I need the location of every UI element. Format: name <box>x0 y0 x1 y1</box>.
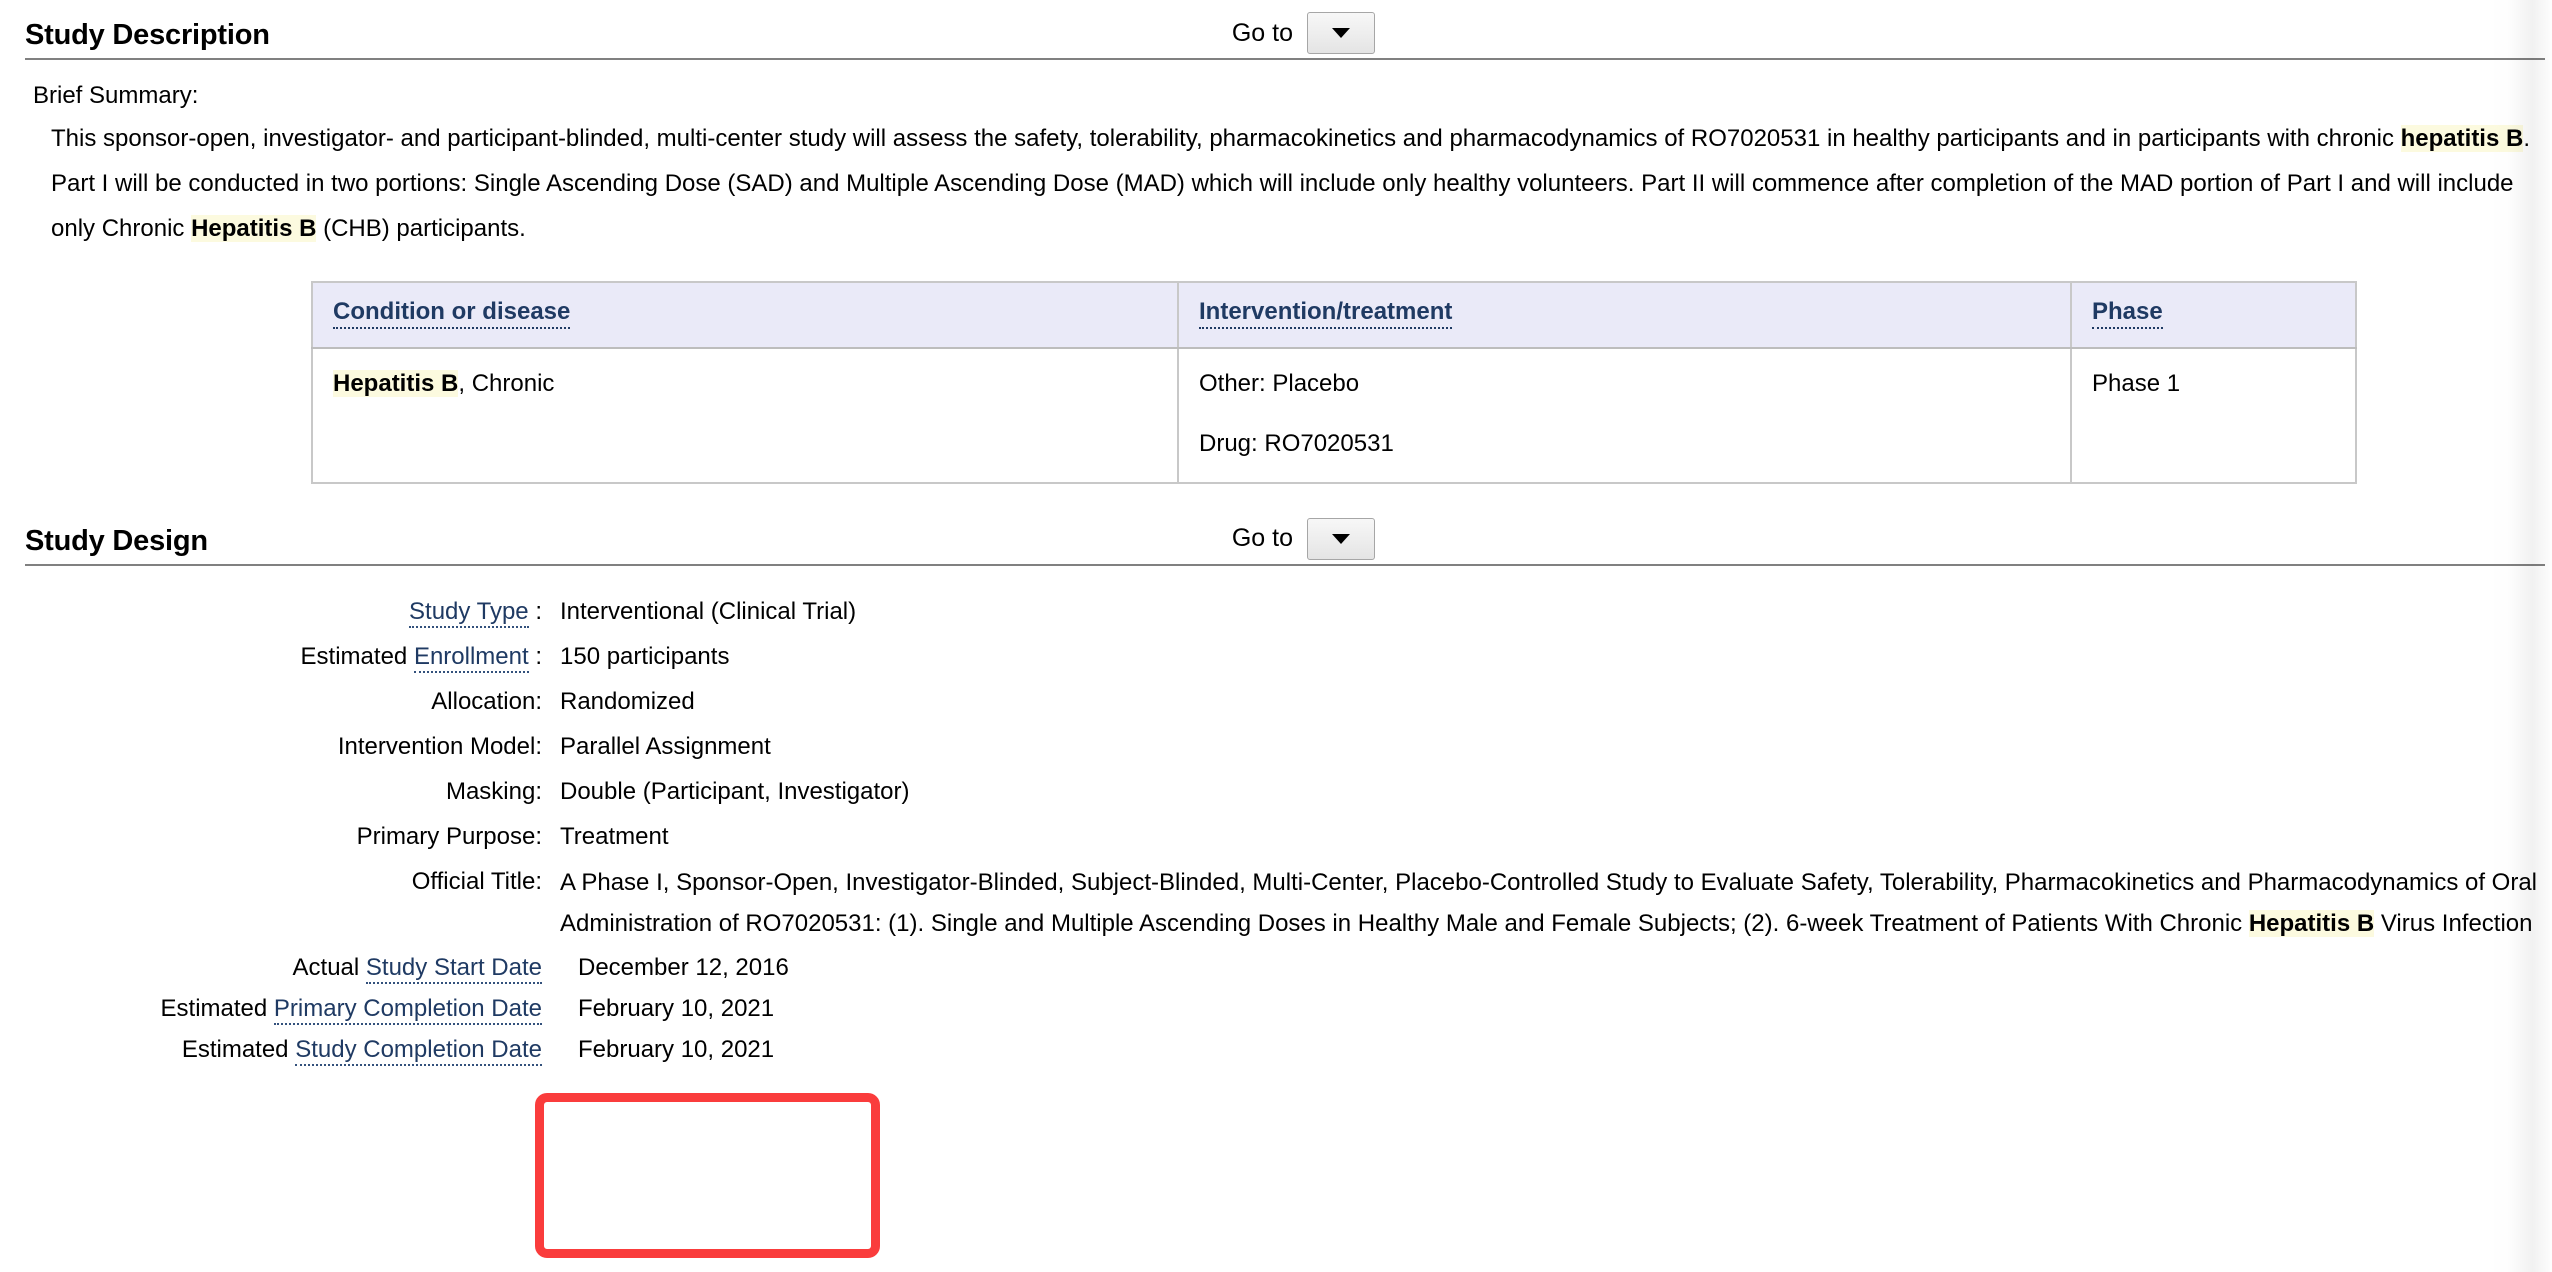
primary-completion-date-link[interactable]: Primary Completion Date <box>273 994 542 1025</box>
brief-summary-text: This sponsor-open, investigator- and par… <box>51 124 2530 242</box>
design-label-suffix: : <box>528 597 542 625</box>
date-label-prefix: Estimated <box>181 1035 296 1063</box>
chevron-down-icon <box>1332 533 1350 544</box>
study-type-link[interactable]: Study Type <box>409 597 529 628</box>
cell-phase: Phase 1 <box>2071 347 2356 483</box>
enrollment-link[interactable]: Enrollment <box>413 642 529 673</box>
design-label-suffix: : <box>528 642 542 670</box>
page-title-study-description: Study Description <box>25 19 270 51</box>
cell-intervention: Other: Placebo Drug: RO7020531 <box>1178 347 2072 483</box>
design-row-intervention-model: Intervention Model: Parallel Assignment <box>0 727 2552 767</box>
design-row-primary-completion-date: Estimated Primary Completion Date Februa… <box>0 990 2552 1028</box>
red-highlight-box <box>535 1093 880 1258</box>
design-value-intervention-model: Parallel Assignment <box>560 732 771 760</box>
section-header-study-description: Study Description Go to <box>25 0 2528 58</box>
highlighted-term: Hepatitis B <box>333 369 459 397</box>
goto-dropdown-button-study-design[interactable] <box>1307 517 1375 560</box>
design-label-primary-purpose: Primary Purpose: <box>356 822 542 850</box>
design-label-study-start-date: Actual Study Start Date <box>0 949 542 987</box>
table-row: Hepatitis B, Chronic Other: Placebo Drug… <box>312 347 2356 483</box>
conditions-table-wrapper: Condition or disease Intervention/treatm… <box>0 280 2552 484</box>
design-row-study-start-date: Actual Study Start Date December 12, 201… <box>0 949 2552 987</box>
brief-summary-label: Brief Summary: <box>33 82 199 109</box>
design-value-official-title: A Phase I, Sponsor-Open, Investigator-Bl… <box>560 868 2538 937</box>
table-col-phase: Phase <box>2071 281 2356 349</box>
design-label-primary-completion-date: Estimated Primary Completion Date <box>0 990 542 1028</box>
design-label-enrollment: Estimated Enrollment : <box>0 637 542 677</box>
date-label-prefix: Estimated <box>160 994 274 1022</box>
design-value-allocation: Randomized <box>560 687 695 715</box>
document-body: Study Description Go to Brief Summary: T… <box>0 0 2552 1272</box>
page-title-study-design: Study Design <box>25 524 208 557</box>
goto-dropdown-button-study-description[interactable] <box>1307 12 1375 54</box>
design-label-study-completion-date: Estimated Study Completion Date <box>0 1031 542 1069</box>
study-design-list: Study Type : Interventional (Clinical Tr… <box>0 592 2552 1069</box>
goto-label: Go to <box>1231 18 1293 47</box>
design-label-official-title: Official Title: <box>411 867 542 895</box>
design-label-prefix: Estimated <box>300 642 414 670</box>
table-header-row: Condition or disease Intervention/treatm… <box>312 281 2356 349</box>
design-row-official-title: Official Title: A Phase I, Sponsor-Open,… <box>0 862 2552 944</box>
table-col-intervention-link[interactable]: Intervention/treatment <box>1199 298 1453 329</box>
design-value-study-type: Interventional (Clinical Trial) <box>560 597 857 625</box>
highlighted-term: Hepatitis B <box>2248 909 2375 937</box>
table-col-condition-link[interactable]: Condition or disease <box>333 298 571 329</box>
design-value-primary-purpose: Treatment <box>560 822 669 850</box>
table-col-condition: Condition or disease <box>312 281 1179 349</box>
table-col-intervention: Intervention/treatment <box>1178 281 2072 349</box>
goto-control-study-description: Go to <box>1232 12 1375 54</box>
cell-condition: Hepatitis B, Chronic <box>312 347 1179 483</box>
design-row-masking: Masking: Double (Participant, Investigat… <box>0 772 2552 812</box>
study-dates-list: Actual Study Start Date December 12, 201… <box>0 949 2552 1069</box>
design-value-primary-completion-date: February 10, 2021 <box>578 994 775 1022</box>
design-value-study-completion-date: February 10, 2021 <box>578 1035 775 1063</box>
section-divider-study-design <box>25 563 2545 566</box>
intervention-value-1: Other: Placebo <box>1199 369 1360 397</box>
design-row-allocation: Allocation: Randomized <box>0 682 2552 722</box>
section-header-study-design: Study Design Go to <box>25 506 2528 564</box>
goto-control-study-design: Go to <box>1231 517 1375 560</box>
design-row-primary-purpose: Primary Purpose: Treatment <box>0 817 2552 857</box>
table-col-phase-link[interactable]: Phase <box>2092 298 2163 329</box>
study-completion-date-link[interactable]: Study Completion Date <box>295 1035 542 1066</box>
condition-value: Hepatitis B, Chronic <box>333 369 555 397</box>
design-row-enrollment: Estimated Enrollment : 150 participants <box>0 637 2552 677</box>
date-label-prefix: Actual <box>292 953 366 981</box>
design-label-intervention-model: Intervention Model: <box>337 732 542 760</box>
highlighted-term: hepatitis B <box>2400 124 2524 152</box>
brief-summary-block: Brief Summary: This sponsor-open, invest… <box>0 60 2552 251</box>
highlighted-term: Hepatitis B <box>191 214 317 242</box>
intervention-value-2: Drug: RO7020531 <box>1199 429 1394 457</box>
design-value-study-start-date: December 12, 2016 <box>578 953 789 981</box>
conditions-table: Condition or disease Intervention/treatm… <box>311 280 2357 484</box>
design-label-study-type: Study Type : <box>0 592 542 632</box>
design-label-allocation: Allocation: <box>431 687 542 715</box>
phase-value: Phase 1 <box>2092 369 2181 397</box>
chevron-down-icon <box>1332 28 1350 38</box>
design-value-enrollment: 150 participants <box>560 642 730 670</box>
design-row-study-type: Study Type : Interventional (Clinical Tr… <box>0 592 2552 632</box>
design-value-masking: Double (Participant, Investigator) <box>560 777 910 805</box>
goto-label-study-design: Go to <box>1231 524 1293 553</box>
design-label-masking: Masking: <box>445 777 542 805</box>
study-start-date-link[interactable]: Study Start Date <box>365 953 542 984</box>
design-row-study-completion-date: Estimated Study Completion Date February… <box>0 1031 2552 1069</box>
